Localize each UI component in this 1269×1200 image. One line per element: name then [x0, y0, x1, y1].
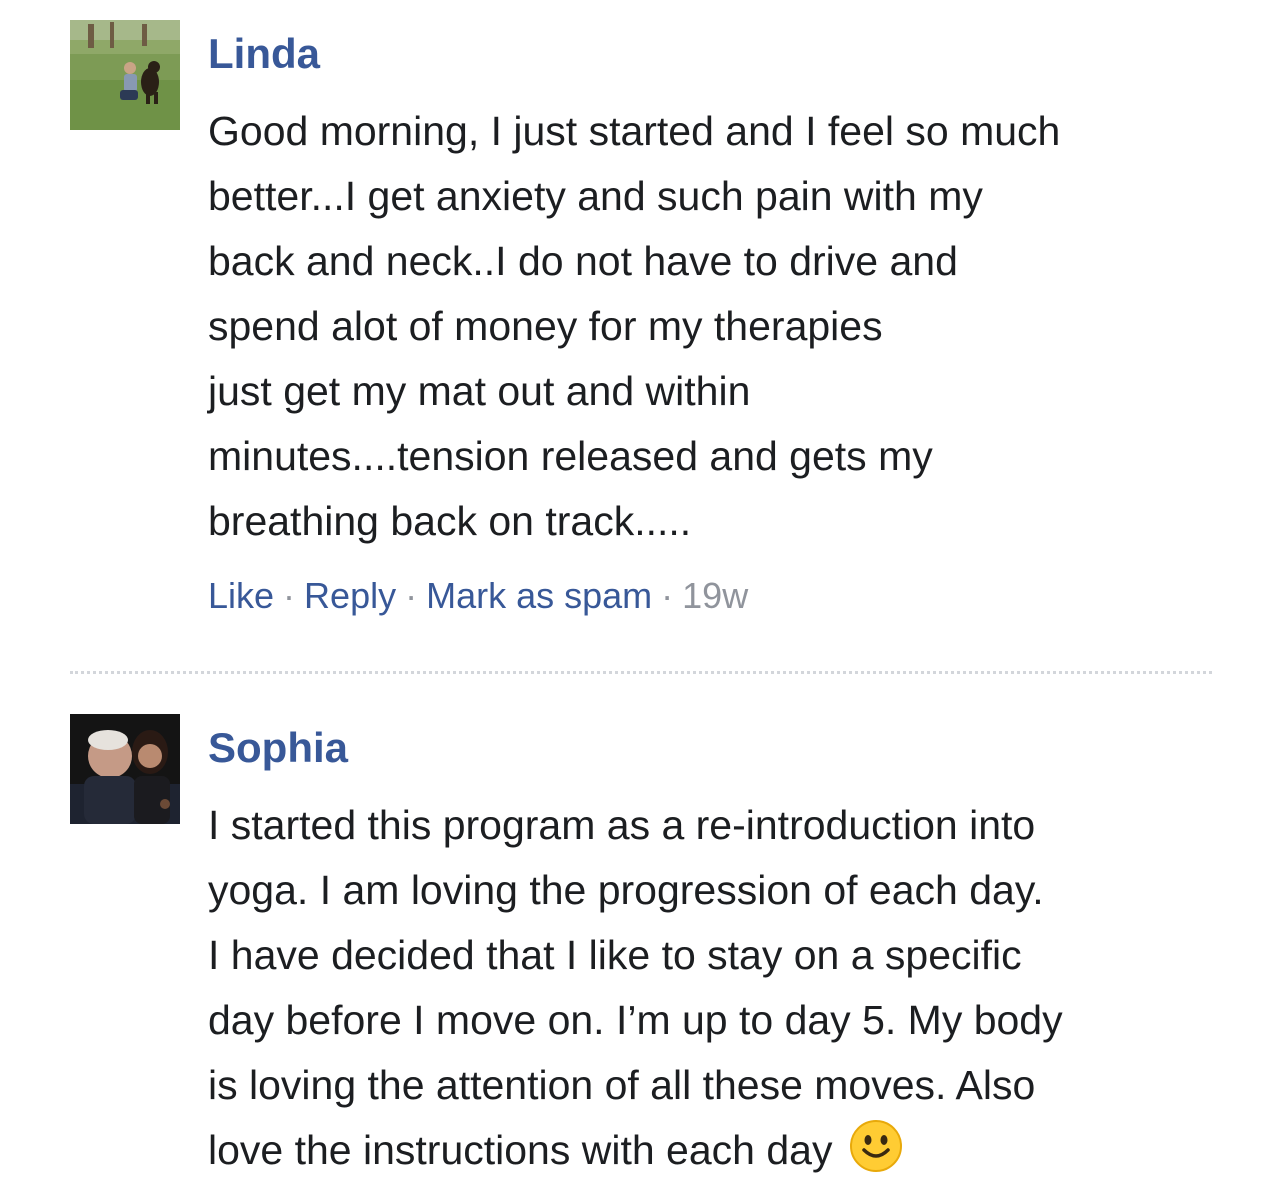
- comment-text: Good morning, I just started and I feel …: [208, 99, 1218, 554]
- avatar-linda[interactable]: [70, 20, 180, 130]
- mark-as-spam-link[interactable]: Mark as spam: [426, 575, 652, 616]
- reply-link[interactable]: Reply: [304, 575, 396, 616]
- comment-text-line: better...I get anxiety and such pain wit…: [208, 173, 983, 219]
- comment-text-line: Good morning, I just started and I feel …: [208, 108, 1061, 154]
- separator: ·: [661, 575, 674, 616]
- avatar-sophia[interactable]: [70, 714, 180, 824]
- comment-text-line: just get my mat out and within: [208, 368, 751, 414]
- comment-divider: [70, 671, 1212, 674]
- comment-text-line: yoga. I am loving the progression of eac…: [208, 867, 1044, 913]
- comment-timestamp[interactable]: 19w: [682, 575, 748, 616]
- smiley-emoji-icon: [850, 1120, 903, 1191]
- comment-author[interactable]: Linda: [208, 28, 1218, 80]
- comment-text-line: love the instructions with each day: [208, 1118, 1218, 1191]
- comment-text-line: I have decided that I like to stay on a …: [208, 932, 1022, 978]
- comment-text-line: spend alot of money for my therapies: [208, 303, 883, 349]
- comment-text-line: is loving the attention of all these mov…: [208, 1062, 1036, 1108]
- comment-text-line: back and neck..I do not have to drive an…: [208, 238, 958, 284]
- comment-text-line: breathing back on track.....: [208, 498, 692, 544]
- comment-text-line: day before I move on. I’m up to day 5. M…: [208, 997, 1063, 1043]
- separator: ·: [283, 575, 296, 616]
- comment-text-line: minutes....tension released and gets my: [208, 433, 933, 479]
- comment-text: I started this program as a re-introduct…: [208, 793, 1218, 1191]
- comment-text-fragment: love the instructions with each day: [208, 1127, 833, 1173]
- comment-text-line: I started this program as a re-introduct…: [208, 802, 1036, 848]
- comment-author[interactable]: Sophia: [208, 722, 1218, 774]
- separator: ·: [405, 575, 418, 616]
- like-link[interactable]: Like: [208, 575, 274, 616]
- comment-actions: Like · Reply · Mark as spam · 19w: [208, 574, 1218, 618]
